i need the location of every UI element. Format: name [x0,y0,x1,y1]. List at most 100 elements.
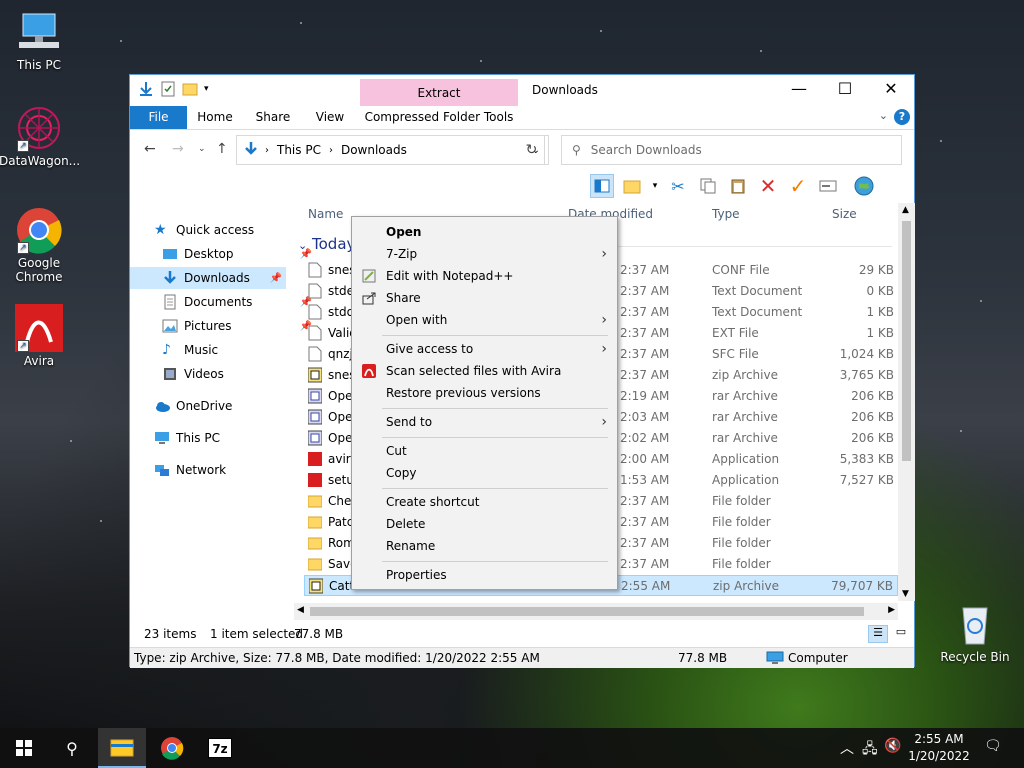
menu-give-access[interactable]: Give access to › [352,338,617,360]
nav-this-pc[interactable]: This PC [154,427,312,449]
menu-scan-avira[interactable]: Scan selected files with Avira [352,360,617,382]
network-status-icon[interactable]: 🖧 [862,738,878,762]
desktop-icon-datawagon[interactable]: ↗ DataWagon... [0,104,80,168]
file-icon [308,346,322,362]
dropdown-icon[interactable]: ▾ [650,174,660,198]
desktop-icon-this-pc[interactable]: This PC [0,8,79,72]
menu-label: Cut [386,444,407,458]
nav-quick-access[interactable]: ★ Quick access [154,219,312,241]
menu-7zip[interactable]: 7-Zip › [352,243,617,265]
globe-icon[interactable] [852,174,876,198]
nav-downloads[interactable]: Downloads 📌 [130,267,286,289]
column-header-type[interactable]: Type [712,207,740,221]
rename-icon[interactable] [816,174,840,198]
collapse-ribbon-icon[interactable]: ⌄ [879,109,888,122]
new-folder-icon[interactable] [182,81,198,97]
extract-context-tab[interactable]: Extract [360,79,518,109]
file-type: Text Document [712,305,803,319]
copy-icon[interactable] [696,174,720,198]
menu-delete[interactable]: Delete [352,513,617,535]
column-header-name[interactable]: Name [308,207,343,221]
forward-button[interactable]: → [172,141,184,157]
nav-onedrive[interactable]: OneDrive [154,395,312,417]
file-size: 29 KB [858,263,894,277]
breadcrumb-downloads[interactable]: Downloads [341,143,407,157]
scroll-right-icon[interactable]: ▶ [888,605,895,615]
menu-cut[interactable]: Cut [352,440,617,462]
checkmark-icon[interactable]: ✓ [786,174,810,198]
search-button[interactable]: ⚲ [48,728,96,768]
nav-label: Pictures [184,319,232,333]
pin-icon[interactable]: 📌 [270,273,282,284]
refresh-button[interactable]: ↻ [519,135,545,165]
tab-view[interactable]: View [308,106,352,129]
menu-properties[interactable]: Properties [352,564,617,586]
customize-qat-icon[interactable]: ▾ [204,81,220,97]
menu-open[interactable]: Open [352,221,617,243]
preview-pane-icon[interactable] [590,174,614,198]
file-type: zip Archive [712,368,778,382]
menu-send-to[interactable]: Send to › [352,411,617,433]
horizontal-scrollbar[interactable]: ◀ ▶ [294,603,898,620]
minimize-button[interactable]: — [776,75,822,105]
clock[interactable]: 2:55 AM 1/20/2022 [907,731,971,765]
title-bar[interactable]: ▾ Extract Downloads — ☐ ✕ [130,75,914,109]
new-folder-icon[interactable] [620,174,644,198]
menu-copy[interactable]: Copy [352,462,617,484]
file-date: 2:19 AM [620,389,670,403]
group-header-today[interactable]: ⌄ Today [298,235,355,253]
tab-home[interactable]: Home [192,106,238,129]
start-button[interactable] [0,728,48,768]
scroll-thumb[interactable] [310,607,864,616]
address-bar[interactable]: › This PC › Downloads ⌄ [236,135,549,165]
scroll-left-icon[interactable]: ◀ [297,605,304,615]
cut-icon[interactable]: ✂ [666,174,690,198]
vertical-scrollbar[interactable]: ▲ ▼ [898,203,915,601]
scroll-down-icon[interactable]: ▼ [902,589,909,599]
volume-muted-icon[interactable]: 🔇 [884,738,901,754]
group-label: Today [312,235,356,253]
menu-share[interactable]: Share [352,287,617,309]
nav-music[interactable]: ♪ Music [162,339,320,361]
menu-create-shortcut[interactable]: Create shortcut [352,491,617,513]
search-input[interactable]: ⚲ Search Downloads [561,135,902,165]
scroll-up-icon[interactable]: ▲ [902,205,909,215]
properties-icon[interactable] [160,81,176,97]
close-button[interactable]: ✕ [868,75,914,105]
nav-videos[interactable]: Videos [162,363,320,385]
taskbar-file-explorer[interactable] [98,728,146,768]
taskbar-chrome[interactable] [148,728,196,768]
help-icon[interactable]: ? [894,109,910,125]
nav-documents[interactable]: Documents 📌 [162,291,320,313]
scroll-thumb[interactable] [902,221,911,461]
menu-open-with[interactable]: Open with › [352,309,617,331]
paste-icon[interactable] [726,174,750,198]
column-header-size[interactable]: Size [832,207,857,221]
back-button[interactable]: ← [144,141,156,157]
nav-network[interactable]: Network [154,459,312,481]
notification-icon[interactable]: 🗨 [984,738,1002,754]
delete-icon[interactable]: ✕ [756,174,780,198]
tab-compressed-folder-tools[interactable]: Compressed Folder Tools [364,106,514,129]
desktop-icon-avira[interactable]: ↗ Avira [0,304,79,368]
menu-rename[interactable]: Rename [352,535,617,557]
breadcrumb-this-pc[interactable]: This PC [277,143,321,157]
large-icons-view-icon[interactable]: ▭ [892,625,910,643]
nav-desktop[interactable]: Desktop 📌 [162,243,320,265]
taskbar-7zip[interactable]: 7z [196,728,244,768]
tab-file[interactable]: File [130,106,187,129]
tab-share[interactable]: Share [250,106,296,129]
desktop-icon-recycle-bin[interactable]: Recycle Bin [935,600,1015,664]
file-type: CONF File [712,263,770,277]
menu-restore-versions[interactable]: Restore previous versions [352,382,617,404]
desktop-icon-chrome[interactable]: ↗ Google Chrome [0,206,79,284]
maximize-button[interactable]: ☐ [822,75,868,105]
details-view-icon[interactable]: ☰ [868,625,888,643]
menu-edit-notepad[interactable]: Edit with Notepad++ [352,265,617,287]
file-size: 3,765 KB [839,368,894,382]
nav-pictures[interactable]: Pictures 📌 [162,315,320,337]
show-hidden-icons-icon[interactable]: ︿ [840,738,854,758]
up-button[interactable]: ↑ [216,141,228,157]
details-location: Computer [788,651,848,665]
recent-locations-icon[interactable]: ⌄ [198,144,206,154]
